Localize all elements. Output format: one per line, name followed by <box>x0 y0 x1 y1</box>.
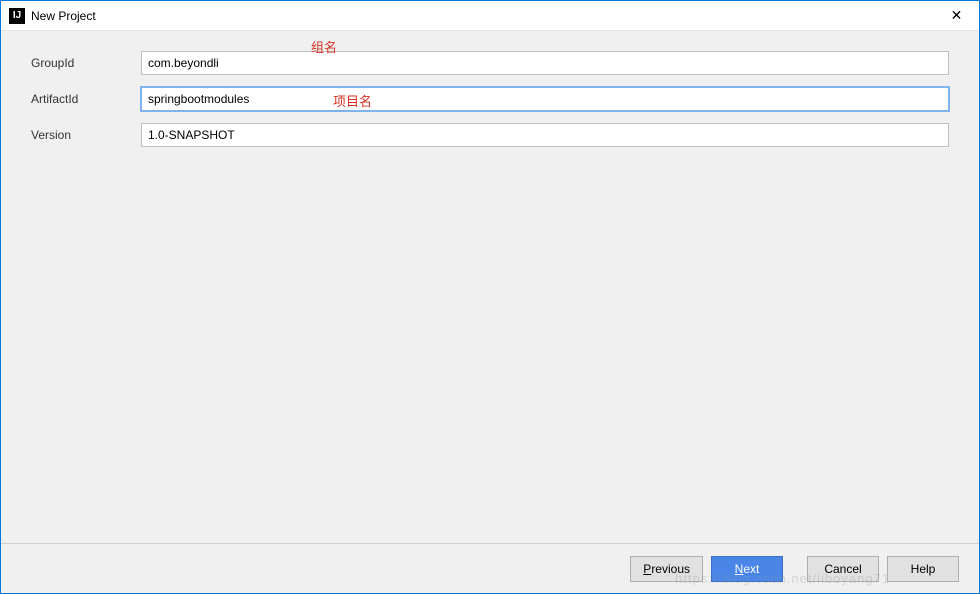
artifactid-annotation: 项目名 <box>333 91 372 110</box>
window-title: New Project <box>31 9 96 23</box>
footer: Previous Next Cancel Help https://blog.c… <box>1 543 979 593</box>
new-project-dialog: IJ New Project ✕ GroupId 组名 ArtifactId 项… <box>0 0 980 594</box>
version-input[interactable] <box>141 123 949 147</box>
previous-label: revious <box>651 562 690 576</box>
close-icon[interactable]: ✕ <box>934 1 979 30</box>
groupid-label: GroupId <box>31 56 141 70</box>
groupid-input[interactable] <box>141 51 949 75</box>
artifactid-row: ArtifactId 项目名 <box>31 87 949 111</box>
version-label: Version <box>31 128 141 142</box>
help-button[interactable]: Help <box>887 556 959 582</box>
content-area: GroupId 组名 ArtifactId 项目名 Version <box>1 31 979 543</box>
version-row: Version <box>31 123 949 147</box>
app-icon: IJ <box>9 8 25 24</box>
artifactid-input[interactable] <box>141 87 949 111</box>
titlebar: IJ New Project ✕ <box>1 1 979 31</box>
cancel-button[interactable]: Cancel <box>807 556 879 582</box>
groupid-annotation: 组名 <box>311 37 337 56</box>
next-label: ext <box>743 562 759 576</box>
groupid-row: GroupId 组名 <box>31 51 949 75</box>
previous-button[interactable]: Previous <box>630 556 703 582</box>
artifactid-label: ArtifactId <box>31 92 141 106</box>
next-button[interactable]: Next <box>711 556 783 582</box>
